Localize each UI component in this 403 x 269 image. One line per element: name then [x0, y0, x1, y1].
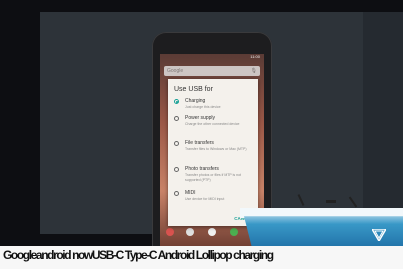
option-title: Power supply — [185, 115, 216, 121]
app-icon[interactable] — [230, 228, 238, 236]
presentation-photo: 11:00 Google 🎙 Use USB for Charging Just… — [0, 0, 403, 269]
option-title: Photo transfers — [185, 166, 219, 172]
radio-icon[interactable] — [174, 141, 179, 146]
radio-icon[interactable] — [174, 167, 179, 172]
radio-selected-icon[interactable] — [174, 99, 179, 104]
microphone-stand — [326, 200, 336, 203]
app-dock — [164, 228, 260, 238]
option-subtitle: Transfer files to Windows or Mac (MTP) — [185, 147, 247, 151]
radio-icon[interactable] — [174, 191, 179, 196]
google-search-bar[interactable]: Google 🎙 — [164, 66, 260, 76]
microphone-icon[interactable]: 🎙 — [251, 68, 257, 74]
the-verge-logo — [372, 229, 386, 241]
search-label: Google — [167, 68, 184, 74]
app-icon[interactable] — [186, 228, 194, 236]
radio-icon[interactable] — [174, 116, 179, 121]
app-icon[interactable] — [208, 228, 216, 236]
status-bar: 11:00 — [250, 54, 260, 59]
projection-screen-edge — [363, 12, 403, 222]
app-icon[interactable] — [166, 228, 174, 236]
option-subtitle: Charge the other connected device — [185, 122, 240, 126]
option-title: MIDI — [185, 190, 196, 196]
option-subtitle: Transfer photos or files if MTP is not s… — [185, 173, 242, 182]
caption-text: Googleandroid nowUSB-C Type-C Android Lo… — [3, 248, 274, 262]
dialog-title: Use USB for — [174, 86, 213, 93]
option-title: File transfers — [185, 140, 214, 146]
option-subtitle: Use device for MIDI input — [185, 197, 225, 201]
usb-dialog: Use USB for Charging Just charge this de… — [168, 79, 258, 226]
option-subtitle: Just charge this device — [185, 105, 221, 109]
option-title: Charging — [185, 98, 206, 104]
